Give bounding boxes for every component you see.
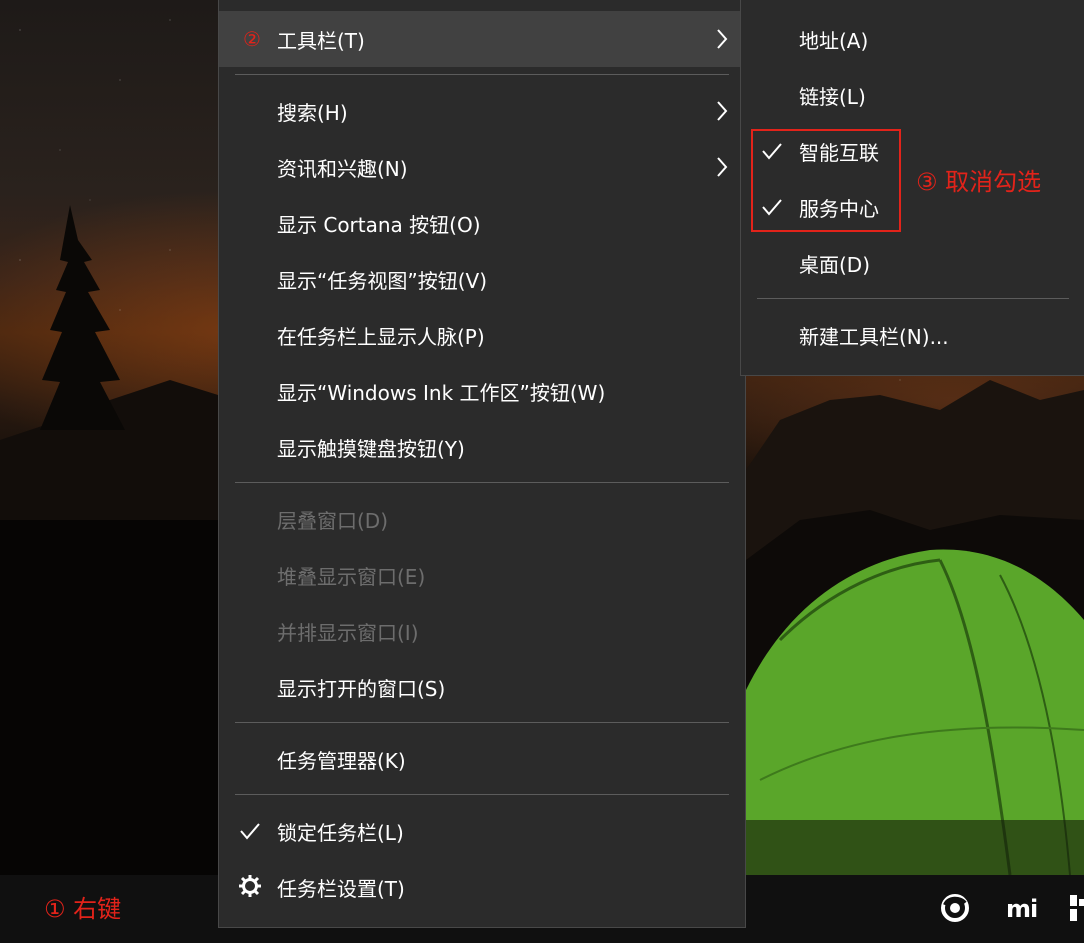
menu-item-label: 显示触摸键盘按钮(Y) (277, 436, 465, 461)
menu-item-label: 资讯和兴趣(N) (277, 156, 408, 181)
right-click-annotation: ① 右键 (44, 895, 122, 923)
menu-separator (235, 74, 729, 75)
menu-item-label: 堆叠显示窗口(E) (277, 564, 426, 589)
menu-item-label: 链接(L) (799, 84, 866, 109)
menu-item-task-view[interactable]: 显示“任务视图”按钮(V) (219, 251, 745, 307)
submenu-item-desktop[interactable]: 桌面(D) (741, 235, 1084, 291)
menu-separator (235, 722, 729, 723)
menu-item-label: 显示“Windows Ink 工作区”按钮(W) (277, 380, 606, 405)
menu-item-label: 任务管理器(K) (277, 748, 406, 773)
menu-separator (235, 482, 729, 483)
menu-item-label: 在任务栏上显示人脉(P) (277, 324, 485, 349)
menu-item-cascade: 层叠窗口(D) (219, 491, 745, 547)
menu-item-show-windows[interactable]: 显示打开的窗口(S) (219, 659, 745, 715)
menu-item-label: 层叠窗口(D) (277, 508, 389, 533)
menu-item-windows-ink[interactable]: 显示“Windows Ink 工作区”按钮(W) (219, 363, 745, 419)
step-number: ② (243, 27, 261, 51)
submenu-item-address[interactable]: 地址(A) (741, 11, 1084, 67)
baidu-icon[interactable] (940, 893, 970, 923)
menu-item-side-by-side: 并排显示窗口(I) (219, 603, 745, 659)
menu-item-toolbar[interactable]: ② 工具栏(T) (219, 11, 745, 67)
menu-item-label: 工具栏(T) (277, 28, 365, 53)
menu-item-label: 任务栏设置(T) (277, 876, 405, 901)
menu-item-label: 锁定任务栏(L) (277, 820, 404, 845)
menu-item-search[interactable]: 搜索(H) (219, 83, 745, 139)
taskbar-context-menu: ② 工具栏(T) 搜索(H) 资讯和兴趣(N) 显示 Cortana 按钮(O)… (218, 0, 746, 928)
submenu-item-links[interactable]: 链接(L) (741, 67, 1084, 123)
menu-item-label: 地址(A) (799, 28, 869, 53)
menu-item-label: 显示打开的窗口(S) (277, 676, 446, 701)
menu-item-people[interactable]: 在任务栏上显示人脉(P) (219, 307, 745, 363)
uncheck-annotation: ③ 取消勾选 (916, 168, 1042, 196)
menu-item-label: 显示 Cortana 按钮(O) (277, 212, 481, 237)
menu-item-label: 新建工具栏(N)... (799, 324, 949, 349)
menu-item-stack: 堆叠显示窗口(E) (219, 547, 745, 603)
menu-item-task-manager[interactable]: 任务管理器(K) (219, 731, 745, 787)
chevron-right-icon (717, 101, 728, 121)
menu-item-label: 并排显示窗口(I) (277, 620, 419, 645)
chevron-right-icon (717, 29, 728, 49)
gear-icon (239, 875, 261, 897)
menu-item-cortana[interactable]: 显示 Cortana 按钮(O) (219, 195, 745, 251)
menu-item-lock-taskbar[interactable]: 锁定任务栏(L) (219, 803, 745, 859)
menu-separator (757, 298, 1069, 299)
menu-item-label: 桌面(D) (799, 252, 871, 277)
menu-item-news[interactable]: 资讯和兴趣(N) (219, 139, 745, 195)
menu-item-taskbar-settings[interactable]: 任务栏设置(T) (219, 859, 745, 915)
menu-item-label: 显示“任务视图”按钮(V) (277, 268, 488, 293)
menu-item-label: 搜索(H) (277, 100, 348, 125)
chevron-right-icon (717, 157, 728, 177)
checkmark-icon (240, 823, 260, 840)
highlight-box (751, 129, 901, 232)
app-icon[interactable] (1070, 895, 1084, 921)
menu-item-touch-keyboard[interactable]: 显示触摸键盘按钮(Y) (219, 419, 745, 475)
submenu-item-new-toolbar[interactable]: 新建工具栏(N)... (741, 307, 1084, 363)
menu-separator (235, 794, 729, 795)
mi-icon[interactable]: mi (1006, 895, 1038, 923)
